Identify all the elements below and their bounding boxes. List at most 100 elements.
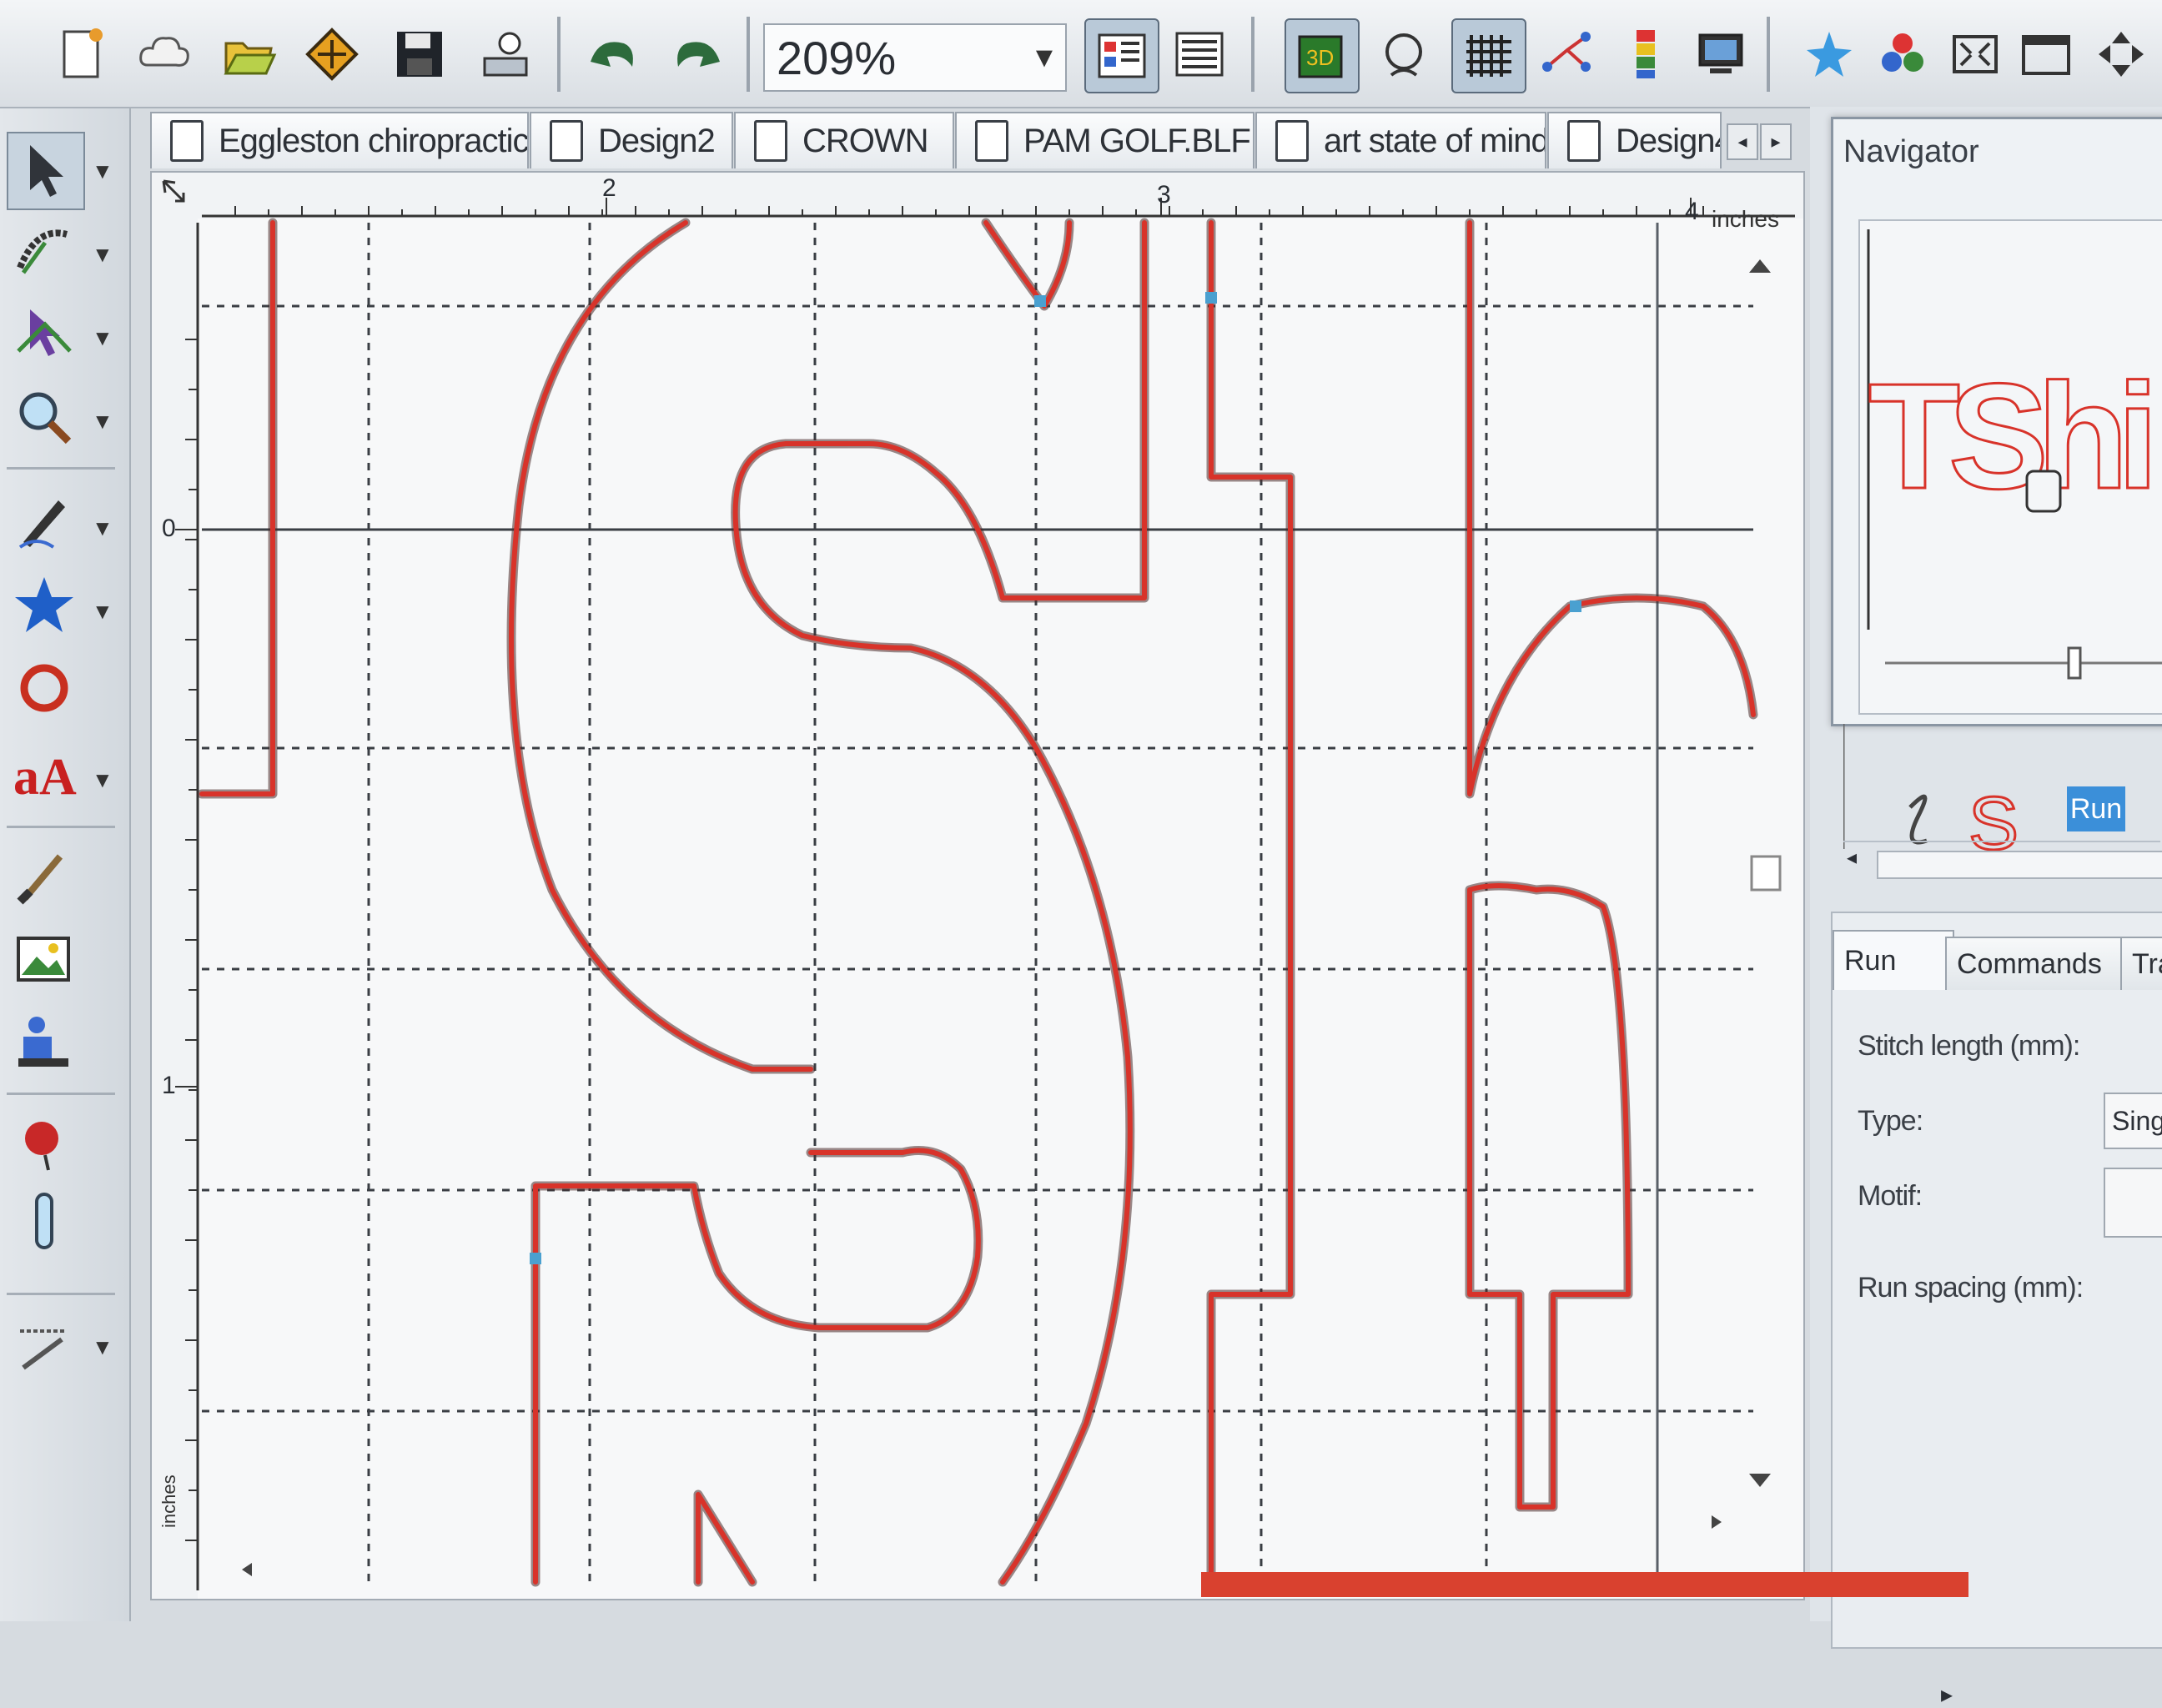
tab-transform[interactable]: Tran <box>2120 937 2162 990</box>
svg-text:aA: aA <box>13 749 77 804</box>
toolbox-separator <box>7 467 115 470</box>
navigator-preview[interactable]: TShi <box>1858 219 2162 715</box>
node-branch-icon[interactable] <box>1531 18 1602 90</box>
tab-scroll-left-icon[interactable]: ◂ <box>1727 123 1758 160</box>
sequence-run-item[interactable]: Run <box>2067 786 2125 831</box>
toolbox-separator <box>7 1293 115 1295</box>
digitize-pen-icon[interactable] <box>7 484 82 559</box>
diamond-tool-icon[interactable] <box>296 18 368 90</box>
image-icon[interactable] <box>7 922 82 997</box>
pan-arrows-icon[interactable] <box>2085 18 2157 90</box>
scroll-left-icon[interactable] <box>242 1563 252 1576</box>
view-window-icon[interactable] <box>2010 18 2082 90</box>
chevron-down-icon[interactable]: ▼ <box>92 599 113 625</box>
tab-run[interactable]: Run <box>1833 930 1954 990</box>
navigator-panel[interactable]: Navigator TShi <box>1831 117 2162 726</box>
zoom-value: 209% <box>777 31 897 84</box>
tab-art-state-of-mind[interactable]: art state of mind <box>1255 112 1546 168</box>
letter-outlines[interactable] <box>197 218 1758 1587</box>
motif-field[interactable] <box>2104 1168 2162 1238</box>
sequence-scrollbar[interactable]: ◂ <box>1843 841 2162 884</box>
circle-shape-icon[interactable] <box>7 651 82 726</box>
document-icon <box>1567 120 1601 162</box>
thread-spool-icon[interactable] <box>7 1105 82 1180</box>
tab-design2[interactable]: Design2 <box>530 112 733 168</box>
run-spacing-label: Run spacing (mm): <box>1858 1272 2084 1304</box>
chevron-down-icon[interactable]: ▼ <box>92 242 113 268</box>
scroll-down-icon[interactable] <box>1749 1474 1771 1487</box>
3d-view-icon[interactable]: 3D <box>1285 18 1360 93</box>
design-canvas[interactable]: 2 3 4 inches 0 1 inches <box>150 171 1805 1600</box>
run-stitch-icon <box>1908 794 1928 845</box>
tab-commands[interactable]: Commands <box>1945 937 2129 990</box>
sewing-machine-icon[interactable] <box>7 1005 82 1080</box>
stitch-edit-icon[interactable] <box>7 213 82 288</box>
scroll-up-icon[interactable] <box>1749 259 1771 273</box>
tab-crown[interactable]: CROWN <box>734 112 954 168</box>
chevron-down-icon[interactable]: ▼ <box>92 409 113 435</box>
undo-icon[interactable] <box>576 18 647 90</box>
save-icon[interactable] <box>384 18 455 90</box>
molecule-icon[interactable] <box>1868 18 1940 90</box>
zoom-magnifier-icon[interactable] <box>7 379 82 455</box>
tab-pam-golf[interactable]: PAM GOLF.BLF <box>955 112 1254 168</box>
fit-to-window-icon[interactable] <box>1939 18 2011 90</box>
ruler-origin-icon[interactable] <box>158 176 195 213</box>
ruler-unit: inches <box>158 1474 179 1528</box>
ruler-label-top: 4 <box>1685 198 1699 225</box>
right-dock: Navigator TShi S Run ◂ Run Commands Tran… <box>1810 107 2162 1707</box>
design-area[interactable] <box>152 173 1803 1599</box>
node-handle[interactable] <box>1034 295 1046 307</box>
navigator-thumbnail: TShi <box>1867 229 2162 680</box>
chevron-down-icon[interactable]: ▼ <box>92 325 113 351</box>
navigator-zoom-slider[interactable] <box>2067 646 2082 680</box>
tab-scroll-right-icon[interactable]: ▸ <box>1760 123 1792 160</box>
thread-colors-icon[interactable] <box>1610 18 1682 90</box>
left-ruler <box>152 173 198 1599</box>
cross-stitch-icon[interactable] <box>7 1309 82 1384</box>
reshape-node-icon[interactable] <box>7 296 82 371</box>
stitch-list-icon[interactable] <box>1164 18 1235 90</box>
monitor-icon[interactable] <box>1685 18 1757 90</box>
scroll-left-icon[interactable]: ◂ <box>1847 846 1857 870</box>
chevron-down-icon[interactable]: ▼ <box>1023 42 1065 74</box>
needle-icon[interactable] <box>7 1184 82 1259</box>
lettering-icon[interactable]: aA <box>7 734 82 809</box>
zoom-combobox[interactable]: 209% ▼ <box>763 23 1067 92</box>
scroll-thumb[interactable] <box>1750 855 1782 892</box>
outline-stroke <box>199 220 1756 1585</box>
scroll-thumb[interactable] <box>1877 851 2162 879</box>
color-palette-icon[interactable] <box>1084 18 1159 93</box>
stitch-length-label: Stitch length (mm): <box>1858 1030 2080 1062</box>
cloud-icon[interactable] <box>129 18 201 90</box>
redo-icon[interactable] <box>663 18 735 90</box>
tab-label: Design4 <box>1616 122 1722 159</box>
toolbar-separator <box>747 17 750 92</box>
toolbar-separator <box>1251 17 1254 92</box>
open-folder-icon[interactable] <box>213 18 284 90</box>
face-outline-icon[interactable] <box>1368 18 1440 90</box>
node-handle[interactable] <box>1570 600 1581 612</box>
scroll-right-icon[interactable]: ▸ <box>1941 1680 1953 1708</box>
type-select[interactable]: Single <box>2104 1093 2162 1149</box>
chevron-down-icon[interactable]: ▼ <box>92 158 113 184</box>
star-shape-icon[interactable] <box>7 567 82 642</box>
chevron-down-icon[interactable]: ▼ <box>92 515 113 541</box>
paint-brush-icon[interactable] <box>7 838 82 913</box>
chevron-down-icon[interactable]: ▼ <box>92 1334 113 1360</box>
node-handle[interactable] <box>530 1253 541 1264</box>
chevron-down-icon[interactable]: ▼ <box>92 767 113 793</box>
svg-text:3D: 3D <box>1306 45 1334 70</box>
navigator-preview-text: TShi <box>1868 353 2149 520</box>
print-preview-icon[interactable] <box>471 18 543 90</box>
node-handle[interactable] <box>1205 292 1217 304</box>
magic-star-icon[interactable] <box>1793 18 1865 90</box>
select-arrow-icon[interactable] <box>7 132 85 210</box>
ruler-label-left: 0 <box>162 515 176 542</box>
grid-icon[interactable] <box>1451 18 1526 93</box>
tool-palette: ▼ ▼ ▼ ▼ ▼ ▼ aA ▼ ▼ <box>0 108 131 1621</box>
tab-eggleston-chiropractic[interactable]: Eggleston chiropractic <box>150 112 529 168</box>
scroll-right-icon[interactable] <box>1712 1515 1722 1529</box>
tab-design4[interactable]: Design4 <box>1547 112 1722 168</box>
new-file-icon[interactable] <box>46 18 118 90</box>
